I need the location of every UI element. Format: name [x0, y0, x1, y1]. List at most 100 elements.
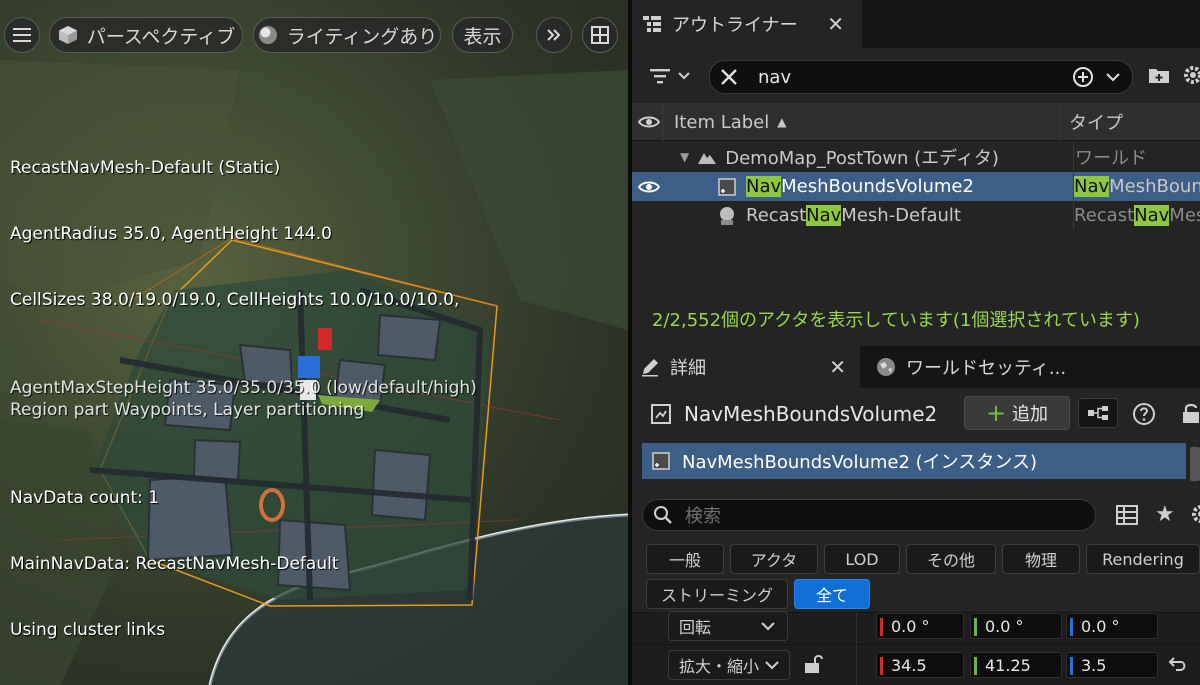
outliner-toolbar: nav — [632, 48, 1200, 103]
scale-z-value: 3.5 — [1081, 655, 1107, 675]
close-icon[interactable]: ✕ — [829, 355, 846, 379]
add-button-label: 追加 — [1012, 404, 1049, 425]
lighting-mode-button[interactable]: ライティングあり — [253, 17, 441, 53]
help-icon[interactable] — [1132, 402, 1156, 426]
actor-name[interactable]: NavMeshBoundsVolume2 — [684, 402, 937, 426]
outliner-search-input[interactable]: nav — [758, 67, 791, 88]
perspective-button[interactable]: パースペクティブ — [49, 17, 243, 53]
visibility-column[interactable] — [636, 103, 662, 141]
details-tabbar: 詳細 ✕ ワールドセッティ... — [632, 346, 1200, 388]
rotation-y-value: 0.0 ° — [985, 616, 1024, 636]
clear-search-icon[interactable] — [720, 68, 738, 86]
viewport-menu-button[interactable] — [4, 17, 40, 53]
blueprint-button[interactable] — [1078, 398, 1118, 428]
table-view-icon[interactable] — [1116, 504, 1138, 526]
debug-line-overlap-a: AgentMaxStepHeight 35.0/35.0/35.0 (low/d… — [10, 378, 477, 398]
folder-plus-icon — [1148, 66, 1170, 84]
scale-x-field[interactable]: 34.5 — [876, 652, 964, 678]
eye-icon — [638, 115, 660, 129]
lock-icon[interactable] — [1180, 402, 1200, 424]
debug-line: MainNavData: RecastNavMesh-Default — [10, 554, 339, 574]
close-icon[interactable]: ✕ — [827, 12, 844, 36]
item-label-column-header[interactable]: Item Label ▲ — [662, 103, 1062, 141]
expand-arrow-icon[interactable]: ▼ — [680, 150, 689, 164]
gear-icon[interactable] — [1190, 503, 1200, 525]
viewport-layout-button[interactable] — [582, 17, 618, 53]
tree-row-world[interactable]: ▼ DemoMap_PostTown (エディタ) ワールド — [632, 142, 1200, 171]
chevron-down-icon — [765, 660, 779, 670]
scale-dropdown[interactable]: 拡大・縮小 — [668, 650, 790, 680]
recast-row-text-rest: Mesh-Default — [841, 205, 961, 226]
sort-ascending-icon: ▲ — [777, 115, 787, 129]
cube-icon — [57, 24, 79, 46]
z-axis-indicator — [1070, 657, 1073, 675]
scale-y-value: 41.25 — [985, 655, 1031, 675]
tree-row-recastnavmesh[interactable]: RecastNavMesh-Default RecastNavMesh — [632, 201, 1200, 230]
navmeshbounds-row-text: MeshBoundsVolume2 — [781, 176, 974, 197]
unreal-editor-window: パースペクティブ ライティングあり 表示 RecastNavMesh-Defau… — [0, 0, 1200, 685]
rotation-label: 回転 — [679, 618, 712, 637]
outliner-search-box[interactable]: nav — [709, 60, 1133, 94]
rotation-x-field[interactable]: 0.0 ° — [876, 613, 964, 639]
tab-outliner[interactable]: アウトライナー ✕ — [632, 0, 862, 48]
right-panel: アウトライナー ✕ nav Item Label ▲ タイプ ▼ DemoMap… — [632, 0, 1200, 685]
filter-dropdown[interactable] — [646, 62, 694, 90]
type-column-header[interactable]: タイプ — [1060, 103, 1200, 141]
tab-details[interactable]: 詳細 ✕ — [632, 346, 860, 388]
lighting-label: ライティングあり — [286, 25, 438, 48]
unlock-icon[interactable] — [802, 653, 824, 675]
level-viewport[interactable]: パースペクティブ ライティングあり 表示 RecastNavMesh-Defau… — [0, 0, 628, 685]
filter-lod[interactable]: LOD — [824, 544, 900, 574]
add-folder-button[interactable] — [1146, 62, 1172, 88]
star-icon[interactable]: ★ — [1155, 502, 1175, 527]
world-icon — [697, 149, 717, 165]
show-label: 表示 — [463, 25, 502, 48]
x-axis-indicator — [880, 657, 883, 675]
filter-rendering[interactable]: Rendering — [1086, 544, 1200, 574]
tab-details-label: 詳細 — [670, 358, 706, 379]
scale-z-field[interactable]: 3.5 — [1066, 652, 1158, 678]
tab-world-settings[interactable]: ワールドセッティ... — [864, 346, 1200, 388]
details-search-input[interactable]: 検索 — [685, 502, 721, 528]
filter-general[interactable]: 一般 — [646, 544, 724, 574]
y-axis-indicator — [974, 657, 977, 675]
eye-icon[interactable] — [638, 180, 660, 194]
perspective-label: パースペクティブ — [86, 25, 236, 48]
show-button[interactable]: 表示 — [452, 17, 513, 53]
tree-row-navmeshboundsvolume2[interactable]: NavMeshBoundsVolume2 NavMeshBounds — [632, 172, 1200, 201]
add-component-button[interactable]: + 追加 — [964, 396, 1070, 430]
navmesh-debug-text: RecastNavMesh-Default (Static) AgentRadi… — [10, 113, 477, 685]
navmeshbounds-type-text: MeshBounds — [1109, 176, 1200, 197]
rotation-y-field[interactable]: 0.0 ° — [970, 613, 1062, 639]
double-chevron-right-icon — [546, 28, 562, 42]
filter-misc[interactable]: その他 — [906, 544, 996, 574]
viewport-toolbar: パースペクティブ ライティングあり 表示 — [0, 17, 628, 53]
search-icon — [653, 505, 673, 525]
filter-icon — [650, 68, 672, 84]
filter-actor[interactable]: アクタ — [730, 544, 818, 574]
layout-grid-icon — [591, 26, 609, 44]
component-tree-instance-row[interactable]: NavMeshBoundsVolume2 (インスタンス) — [642, 443, 1186, 479]
lit-sphere-icon — [257, 24, 279, 46]
chevron-down-icon[interactable] — [1106, 72, 1120, 82]
tab-world-settings-label: ワールドセッティ... — [906, 358, 1067, 379]
filter-physics[interactable]: 物理 — [1002, 544, 1080, 574]
recast-row-text-pre: Recast — [746, 205, 807, 226]
filter-streaming[interactable]: ストリーミング — [646, 579, 788, 609]
type-header-text: タイプ — [1069, 113, 1123, 134]
add-filter-icon[interactable] — [1072, 66, 1094, 88]
rotation-z-field[interactable]: 0.0 ° — [1066, 613, 1158, 639]
hierarchy-icon — [1087, 405, 1109, 421]
scale-y-field[interactable]: 41.25 — [970, 652, 1062, 678]
plus-icon: + — [985, 399, 1007, 427]
search-match-highlight: Nav — [1074, 176, 1110, 197]
filter-all[interactable]: 全て — [794, 579, 870, 609]
outliner-icon — [642, 14, 662, 34]
search-match-highlight: Nav — [1134, 205, 1170, 226]
rotation-dropdown[interactable]: 回転 — [668, 611, 788, 641]
settings-button[interactable] — [1180, 62, 1200, 88]
more-options-button[interactable] — [536, 17, 572, 53]
component-scrollbar[interactable] — [1190, 447, 1200, 481]
details-search-box[interactable]: 検索 — [642, 499, 1096, 531]
reset-arrow-icon[interactable] — [1168, 655, 1188, 673]
